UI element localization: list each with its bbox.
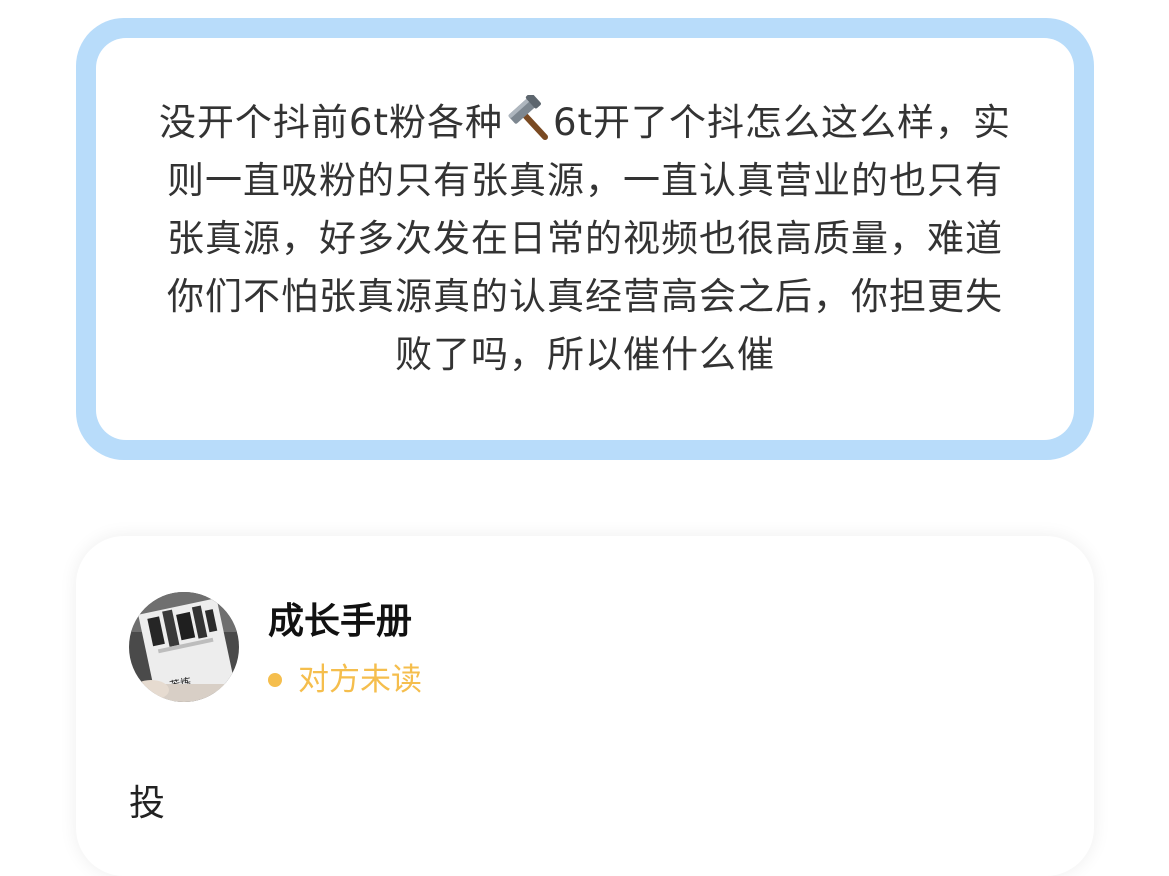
avatar[interactable]: 苦炼 [129, 592, 239, 702]
hammer-icon [505, 92, 551, 141]
question-text: 没开个抖前6t粉各种 6t开了个抖怎么这么样，实则一直吸粉的只有张真源，一直认真… [150, 92, 1020, 384]
read-status: 对方未读 [268, 658, 422, 702]
user-name[interactable]: 成长手册 [268, 598, 412, 646]
status-label: 对方未读 [298, 662, 422, 698]
question-text-part-1: 没开个抖前6t粉各种 [158, 101, 503, 144]
reply-card: 苦炼 成长手册 对方未读 投 [76, 536, 1094, 876]
status-dot-icon [268, 673, 282, 687]
question-card: 没开个抖前6t粉各种 6t开了个抖怎么这么样，实则一直吸粉的只有张真源，一直认真… [76, 18, 1094, 460]
question-card-body: 没开个抖前6t粉各种 6t开了个抖怎么这么样，实则一直吸粉的只有张真源，一直认真… [96, 38, 1074, 440]
reply-message: 投 [129, 783, 166, 824]
